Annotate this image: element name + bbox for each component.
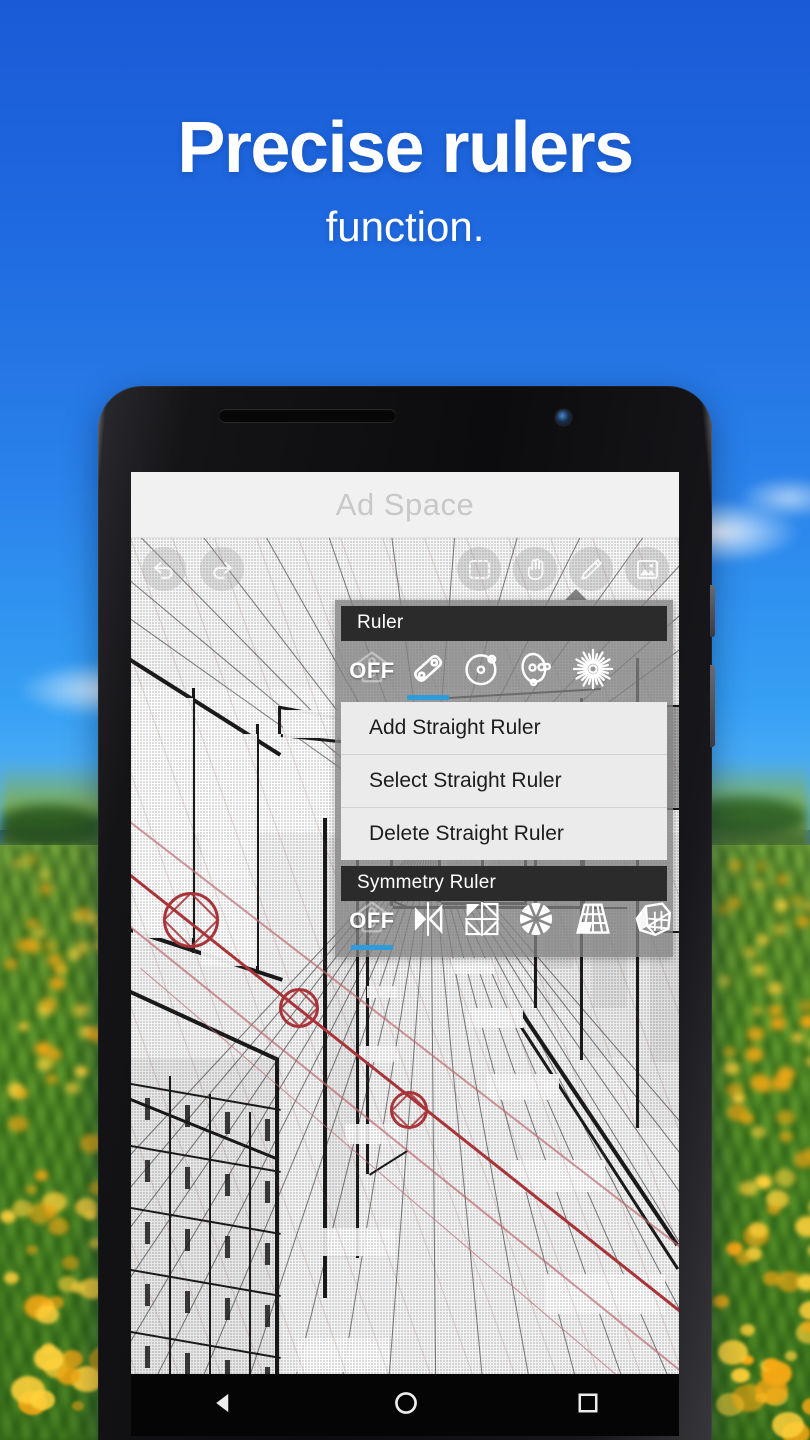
layer-image-button[interactable]: [625, 547, 669, 591]
add-straight-ruler-item[interactable]: Add Straight Ruler: [341, 702, 667, 755]
circle-ruler-icon: [461, 648, 503, 695]
mirror-symmetry-icon: [407, 898, 449, 945]
symmetry-off-selected-indicator: [351, 945, 393, 950]
ruler-section-header: Ruler: [341, 606, 667, 641]
phone-screen: Ad Space Ruler OFF Add Straight Ruler Se…: [131, 472, 679, 1374]
volume-up-button[interactable]: [710, 585, 715, 637]
ruler-off-label: OFF: [349, 658, 395, 683]
ruler-off-option[interactable]: OFF: [343, 645, 401, 697]
dashed-selection-icon: [466, 556, 493, 583]
nav-recents-button[interactable]: [575, 1390, 601, 1421]
android-navigation-bar: [131, 1374, 679, 1436]
earpiece-speaker: [219, 409, 396, 422]
delete-straight-ruler-item[interactable]: Delete Straight Ruler: [341, 808, 667, 860]
pencil-ruler-icon: [578, 556, 605, 583]
straight-ruler-option[interactable]: [401, 645, 455, 700]
straight-ruler-selected-indicator: [407, 695, 449, 700]
page-title: Precise rulers: [177, 108, 634, 188]
nav-back-button[interactable]: [209, 1389, 237, 1422]
hand-tool-button[interactable]: [513, 547, 557, 591]
circle-ruler-option[interactable]: [455, 645, 509, 697]
straight-ruler-icon: [407, 648, 449, 695]
ruler-tool-button[interactable]: [569, 547, 613, 591]
perspective-box-icon: [631, 897, 675, 946]
symmetry-mirror-option[interactable]: [401, 895, 455, 947]
selection-tool-button[interactable]: [457, 547, 501, 591]
promo-headline: Precise rulers function.: [0, 0, 810, 248]
symmetry-perspective-1-option[interactable]: [563, 895, 623, 947]
ruler-action-menu: Add Straight Ruler Select Straight Ruler…: [341, 702, 667, 860]
symmetry-off-option[interactable]: OFF: [343, 895, 401, 950]
front-camera: [556, 410, 571, 425]
volume-down-button[interactable]: [710, 665, 715, 747]
select-straight-ruler-item[interactable]: Select Straight Ruler: [341, 755, 667, 808]
symmetry-quad-option[interactable]: [455, 895, 509, 947]
ad-banner-label: Ad Space: [335, 486, 475, 522]
symmetry-options-row: OFF: [335, 900, 673, 957]
radial-ruler-option[interactable]: [563, 645, 623, 697]
undo-icon: [150, 555, 178, 583]
ad-banner[interactable]: Ad Space: [131, 472, 679, 538]
radial-symmetry-icon: [515, 898, 557, 945]
ruler-options-row: OFF: [335, 641, 673, 700]
symmetry-radial-option[interactable]: [509, 895, 563, 947]
ruler-settings-panel: Ruler OFF Add Straight Ruler Select Stra…: [335, 600, 673, 957]
redo-icon: [208, 555, 236, 583]
radial-burst-icon: [571, 647, 615, 696]
quad-mirror-icon: [461, 898, 503, 945]
symmetry-perspective-2-option[interactable]: [623, 895, 679, 947]
page-subtitle: function.: [325, 203, 485, 250]
nav-home-button[interactable]: [392, 1389, 420, 1422]
undo-button[interactable]: [142, 547, 186, 591]
image-layer-icon: [634, 556, 661, 583]
ellipse-ruler-option[interactable]: [509, 645, 563, 697]
redo-button[interactable]: [200, 547, 244, 591]
symmetry-off-label: OFF: [349, 908, 395, 933]
perspective-grid-icon: [571, 897, 615, 946]
hand-touch-icon: [522, 556, 549, 583]
panel-caret-icon: [565, 589, 587, 600]
ellipse-ruler-icon: [515, 648, 557, 695]
